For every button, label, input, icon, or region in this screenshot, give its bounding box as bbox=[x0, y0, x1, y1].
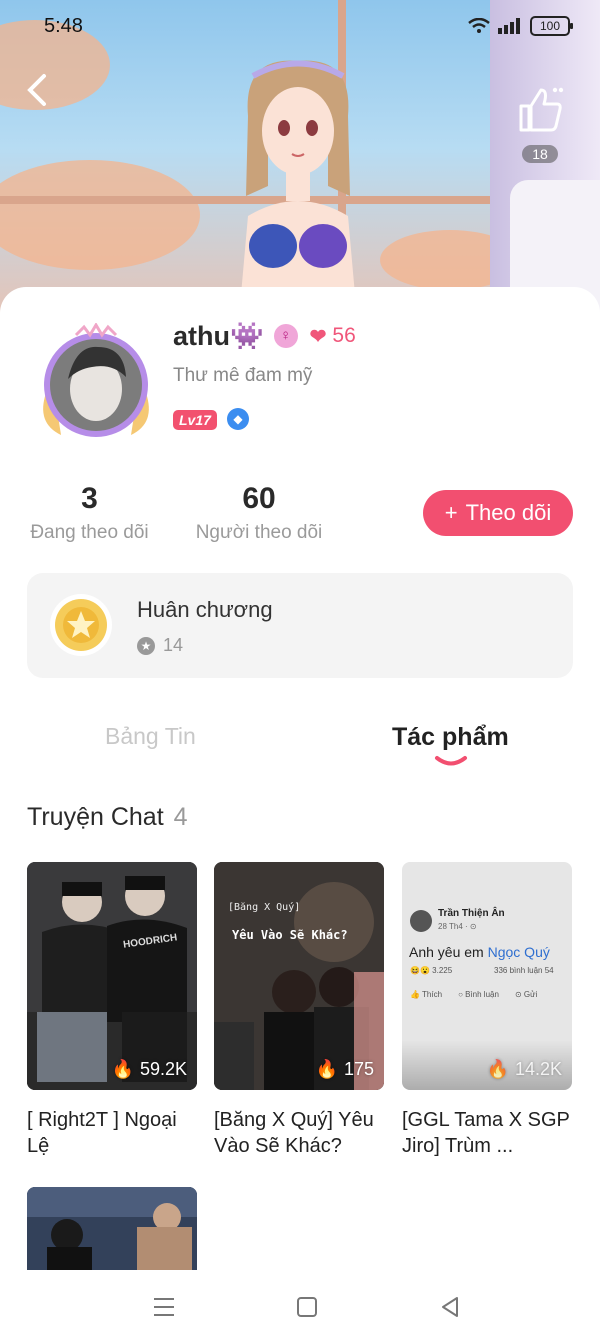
story-thumbnail[interactable] bbox=[27, 1187, 197, 1270]
star-icon: ★ bbox=[137, 636, 155, 655]
following-stat[interactable]: 3 Đang theo dõi bbox=[27, 482, 152, 544]
post-date: 28 Th4 · ⊙ bbox=[438, 922, 477, 931]
story-cover-image bbox=[214, 862, 384, 1090]
followers-stat[interactable]: 60 Người theo dõi bbox=[192, 482, 326, 544]
post-reactions-count: 3.225 bbox=[432, 966, 453, 975]
followers-count: 60 bbox=[242, 482, 276, 515]
chevron-left-icon bbox=[27, 74, 46, 106]
post-shares-count: 54 bbox=[544, 966, 554, 975]
status-time: 5:48 bbox=[44, 15, 83, 37]
battery-icon: 100 bbox=[530, 16, 573, 36]
post-text-main: Anh yêu em bbox=[409, 944, 488, 960]
home-square-icon[interactable] bbox=[292, 1292, 322, 1322]
water-drop-badge-icon: ◆ bbox=[227, 408, 249, 430]
female-icon: ♀ bbox=[273, 324, 298, 348]
wifi-icon bbox=[468, 18, 490, 33]
system-navigation-bar bbox=[0, 1270, 600, 1343]
plus-icon: + bbox=[444, 500, 458, 525]
status-bar: 5:48 100 bbox=[0, 0, 600, 54]
story-views: 🔥 59.2K bbox=[112, 1059, 187, 1080]
thumbs-up-icon bbox=[519, 87, 564, 132]
post-actions: 👍 Thích ○ Bình luận ⊙ Gửi bbox=[410, 990, 537, 999]
story-cover-image bbox=[27, 1187, 197, 1270]
story-cover-tag: [Băng X Quý] bbox=[228, 902, 301, 913]
profile-card: athu👾 ♀ ❤ 56 Thư mê đam mỹ Lv17 ◆ 3 Đang… bbox=[0, 287, 600, 1343]
following-count: 3 bbox=[81, 482, 98, 515]
follow-button[interactable]: + Theo dõi bbox=[423, 490, 573, 536]
story-thumbnail[interactable]: Trần Thiện Ân 28 Th4 · ⊙ Anh yêu em Ngọc… bbox=[402, 862, 572, 1090]
post-author: Trần Thiện Ân bbox=[438, 908, 505, 919]
follow-button-label: Theo dõi bbox=[465, 500, 552, 525]
medal-count-row: ★ 14 bbox=[137, 635, 183, 656]
story-title[interactable]: [GGL Tama X SGP Jiro] Trùm ... bbox=[402, 1107, 577, 1159]
menu-icon[interactable] bbox=[149, 1292, 179, 1322]
story-thumbnail[interactable]: [Băng X Quý] Yêu Vào Sẽ Khác? 🔥 175 bbox=[214, 862, 384, 1090]
tab-active-indicator bbox=[435, 756, 467, 766]
post-like-label: Thích bbox=[422, 990, 443, 999]
status-icons: 100 bbox=[468, 16, 573, 36]
fire-icon: 🔥 bbox=[315, 1059, 338, 1079]
level-badge: Lv17 bbox=[173, 410, 217, 430]
post-comment-label: Bình luận bbox=[465, 990, 499, 999]
profile-bio: Thư mê đam mỹ bbox=[173, 365, 313, 386]
story-thumbnail[interactable]: HOODRICH 🔥 59.2K bbox=[27, 862, 197, 1090]
medal-icon bbox=[50, 594, 112, 656]
medal-count: 14 bbox=[163, 635, 184, 655]
post-mention: Ngọc Quý bbox=[487, 944, 550, 960]
heart-count: 56 bbox=[332, 324, 356, 347]
tab-works[interactable]: Tác phẩm bbox=[392, 723, 509, 752]
like-avatar-button[interactable]: 18 bbox=[514, 86, 566, 164]
back-button[interactable] bbox=[22, 72, 56, 112]
story-views: 🔥 175 bbox=[316, 1059, 374, 1080]
signal-icon bbox=[498, 18, 520, 34]
back-triangle-icon[interactable] bbox=[435, 1292, 465, 1322]
story-views-count: 59.2K bbox=[139, 1059, 187, 1079]
profile-avatar[interactable] bbox=[36, 323, 156, 443]
hearts-icon: ❤ bbox=[309, 325, 327, 348]
fire-icon: 🔥 bbox=[486, 1059, 509, 1079]
profile-name-text: athu👾 bbox=[173, 321, 264, 351]
virtual-avatar-character bbox=[240, 60, 356, 306]
story-views-count: 175 bbox=[343, 1059, 374, 1079]
story-cover-text: Yêu Vào Sẽ Khác? bbox=[232, 928, 348, 942]
section-count: 4 bbox=[173, 803, 188, 831]
post-comment-action: ○ Bình luận bbox=[458, 990, 499, 999]
profile-name: athu👾 ♀ ❤ 56 bbox=[173, 320, 356, 352]
section-title: Truyện Chat bbox=[27, 803, 164, 831]
followers-label: Người theo dõi bbox=[195, 522, 323, 543]
story-views-count: 14.2K bbox=[514, 1059, 562, 1079]
fire-icon: 🔥 bbox=[111, 1059, 134, 1079]
section-header: Truyện Chat 4 bbox=[27, 803, 188, 832]
hero-cloud bbox=[0, 160, 200, 270]
story-cover-image bbox=[27, 862, 197, 1090]
following-label: Đang theo dõi bbox=[30, 522, 149, 543]
post-reactions: 😆😮 3.225 bbox=[410, 966, 453, 975]
post-author-avatar bbox=[410, 910, 432, 932]
post-text: Anh yêu em Ngọc Quý bbox=[409, 944, 550, 960]
post-like-action: 👍 Thích bbox=[410, 990, 443, 999]
medal-title: Huân chương bbox=[137, 597, 273, 622]
story-title[interactable]: [Băng X Quý] Yêu Vào Sẽ Khác? bbox=[214, 1107, 389, 1159]
post-send-label: Gửi bbox=[523, 990, 538, 999]
post-comments-count: 336 bình luận bbox=[494, 966, 543, 975]
post-send-action: ⊙ Gửi bbox=[514, 990, 538, 999]
post-stats: 336 bình luận 54 bbox=[494, 966, 554, 975]
like-count: 18 bbox=[522, 145, 558, 163]
story-title[interactable]: [ Right2T ] Ngoại Lệ bbox=[27, 1107, 202, 1159]
tab-feed[interactable]: Bảng Tin bbox=[105, 723, 196, 750]
story-views: 🔥 14.2K bbox=[487, 1059, 562, 1080]
medal-card[interactable]: Huân chương ★ 14 bbox=[27, 573, 573, 678]
